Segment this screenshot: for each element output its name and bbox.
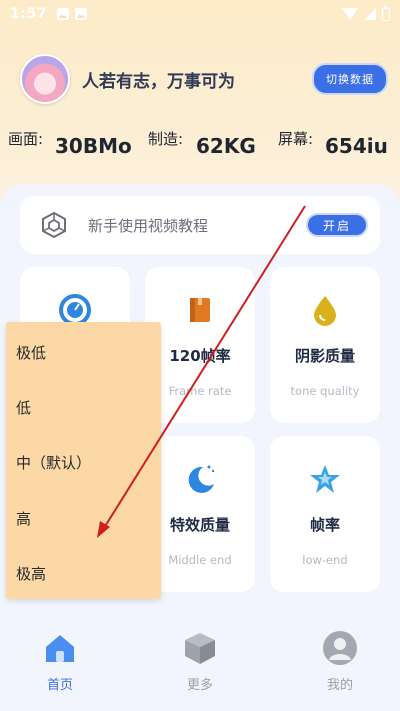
open-tutorial-button[interactable]: 开启 — [306, 213, 368, 237]
card-effect-quality[interactable]: 特效质量 Middle end — [145, 436, 255, 592]
option-high[interactable]: 高 — [16, 508, 31, 529]
stat-label-screen: 画面: — [8, 130, 44, 148]
card-frame-rate[interactable]: 帧率 low-end — [270, 436, 380, 592]
avatar[interactable] — [20, 54, 70, 104]
motto-text: 人若有志，万事可为 — [82, 71, 235, 92]
option-low[interactable]: 低 — [16, 397, 31, 418]
gallery-notification-icon — [56, 8, 69, 20]
switch-data-button[interactable]: 切换数据 — [312, 63, 388, 95]
stat-label-display: 屏幕: — [278, 130, 314, 148]
nav-mine[interactable]: 我的 — [300, 630, 380, 693]
bottom-nav: 首页 更多 我的 — [0, 630, 400, 700]
user-icon — [323, 631, 357, 665]
card-title: 120帧率 — [169, 347, 231, 365]
tutorial-text: 新手使用视频教程 — [88, 216, 209, 235]
quality-dropdown: 极低 低 中（默认） 高 极高 — [6, 322, 161, 599]
stat-label-make: 制造: — [148, 130, 184, 148]
card-subtitle: Frame rate — [168, 384, 232, 398]
hexagon-icon — [42, 211, 66, 239]
nav-mine-label: 我的 — [326, 678, 353, 693]
card-shadow-quality[interactable]: 阴影质量 tone quality — [270, 267, 380, 423]
app-notification-icon — [74, 8, 87, 20]
moon-icon — [183, 462, 217, 496]
stat-value-display: 654iu — [325, 134, 388, 158]
star-icon — [308, 462, 342, 496]
option-very-low[interactable]: 极低 — [16, 342, 46, 363]
battery-icon — [382, 5, 390, 21]
card-subtitle: low-end — [302, 553, 348, 567]
nav-home[interactable]: 首页 — [20, 630, 100, 693]
card-title: 帧率 — [309, 516, 340, 534]
cube-icon — [185, 633, 215, 664]
nav-more-label: 更多 — [186, 678, 213, 693]
card-frame-rate-120[interactable]: 120帧率 Frame rate — [145, 267, 255, 423]
card-subtitle: Middle end — [168, 553, 232, 567]
stat-value-make: 62KG — [196, 134, 256, 158]
tutorial-bar[interactable]: 新手使用视频教程 开启 — [20, 196, 380, 254]
book-icon — [183, 293, 217, 327]
signal-icon — [364, 8, 376, 20]
drop-icon — [308, 293, 342, 327]
nav-home-label: 首页 — [46, 678, 73, 693]
card-title: 阴影质量 — [294, 347, 355, 365]
nav-more[interactable]: 更多 — [160, 630, 240, 693]
status-bar: 1:57 — [0, 0, 400, 28]
wifi-icon — [342, 8, 358, 20]
card-subtitle: tone quality — [290, 384, 360, 398]
card-title: 特效质量 — [169, 516, 230, 534]
header: 人若有志，万事可为 切换数据 — [20, 52, 390, 106]
home-icon — [46, 635, 74, 662]
option-very-high[interactable]: 极高 — [16, 563, 46, 584]
option-medium-default[interactable]: 中（默认） — [16, 452, 91, 473]
stats-row: 画面: 30BMo 制造: 62KG 屏幕: 654iu — [8, 126, 392, 160]
status-time: 1:57 — [10, 6, 47, 22]
stat-value-screen: 30BMo — [55, 134, 132, 158]
